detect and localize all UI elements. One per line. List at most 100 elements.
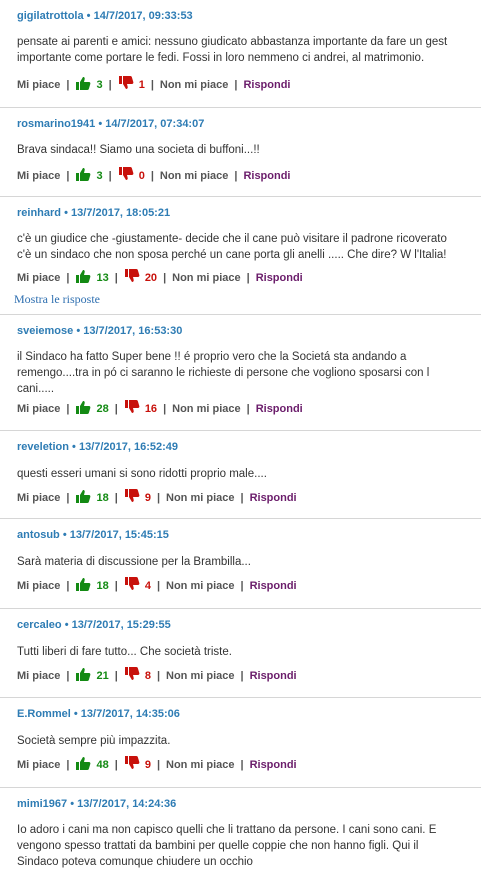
comment-author[interactable]: reinhard xyxy=(17,207,61,219)
like-label[interactable]: Mi piace xyxy=(17,272,60,284)
comment-actions: Mi piace | 48 | 9 | Non mi piace | Rispo… xyxy=(17,756,297,773)
divider: | xyxy=(66,579,70,592)
like-label[interactable]: Mi piace xyxy=(17,759,60,771)
comment-header: E.Rommel • 13/7/2017, 14:35:06 xyxy=(17,708,180,720)
like-label[interactable]: Mi piace xyxy=(17,170,60,182)
dislike-label[interactable]: Non mi piace xyxy=(166,670,234,682)
thumbs-down-icon xyxy=(124,400,140,417)
thumbs-down-icon xyxy=(124,756,140,773)
reply-button[interactable]: Rispondi xyxy=(250,759,297,771)
thumbs-down-icon xyxy=(118,167,134,184)
thumbs-up-icon xyxy=(75,400,91,417)
comment-text: Io adoro i cani ma non capisco quelli ch… xyxy=(17,824,437,868)
header-separator: • xyxy=(73,708,78,720)
dislike-button[interactable]: 8 xyxy=(124,667,151,684)
like-button[interactable]: 48 xyxy=(75,756,109,773)
reply-button[interactable]: Rispondi xyxy=(243,79,290,91)
like-count: 18 xyxy=(96,579,109,592)
divider: | xyxy=(163,271,167,284)
divider: | xyxy=(114,579,118,592)
dislike-button[interactable]: 1 xyxy=(118,76,145,93)
header-separator: • xyxy=(72,441,76,453)
comment-item: E.Rommel • 13/7/2017, 14:35:06 Società s… xyxy=(0,697,481,788)
dislike-button[interactable]: 16 xyxy=(124,400,157,417)
dislike-label[interactable]: Non mi piace xyxy=(166,759,234,771)
show-replies-link[interactable]: Mostra le risposte xyxy=(14,292,100,307)
reply-button[interactable]: Rispondi xyxy=(250,492,297,504)
divider: | xyxy=(150,78,154,91)
divider: | xyxy=(234,78,238,91)
dislike-label[interactable]: Non mi piace xyxy=(166,580,234,592)
divider: | xyxy=(234,169,238,182)
header-separator: • xyxy=(98,118,103,130)
comment-author[interactable]: cercaleo xyxy=(17,619,62,631)
reply-button[interactable]: Rispondi xyxy=(256,272,303,284)
divider: | xyxy=(156,669,161,682)
dislike-label[interactable]: Non mi piace xyxy=(166,492,234,504)
dislike-count: 1 xyxy=(138,78,145,91)
like-count: 3 xyxy=(96,78,103,91)
reply-button[interactable]: Rispondi xyxy=(250,670,297,682)
comment-author[interactable]: antosub xyxy=(17,529,60,541)
divider: | xyxy=(246,271,250,284)
reply-button[interactable]: Rispondi xyxy=(243,170,290,182)
like-button[interactable]: 18 xyxy=(75,489,109,506)
divider: | xyxy=(240,758,244,771)
like-button[interactable]: 3 xyxy=(75,76,103,93)
dislike-button[interactable]: 9 xyxy=(124,489,151,506)
divider: | xyxy=(66,669,70,682)
like-count: 48 xyxy=(96,758,109,771)
dislike-button[interactable]: 9 xyxy=(124,756,151,773)
dislike-label[interactable]: Non mi piace xyxy=(160,170,228,182)
like-button[interactable]: 3 xyxy=(75,167,103,184)
like-label[interactable]: Mi piace xyxy=(17,79,60,91)
comment-item: reinhard • 13/7/2017, 18:05:21 c'è un gi… xyxy=(0,196,481,315)
comment-author[interactable]: gigilatrottola xyxy=(17,10,84,22)
dislike-button[interactable]: 20 xyxy=(124,269,157,286)
like-button[interactable]: 21 xyxy=(75,667,109,684)
like-label[interactable]: Mi piace xyxy=(17,492,60,504)
dislike-count: 0 xyxy=(138,169,145,182)
comment-actions: Mi piace | 28 | 16 | Non mi piace | Risp… xyxy=(17,400,303,417)
comment-item: antosub • 13/7/2017, 15:45:15 Sarà mater… xyxy=(0,518,481,609)
comment-item: reveletion • 13/7/2017, 16:52:49 questi … xyxy=(0,430,481,519)
comment-author[interactable]: sveiemose xyxy=(17,325,73,337)
divider: | xyxy=(240,669,244,682)
comment-actions: Mi piace | 13 | 20 | Non mi piace | Risp… xyxy=(17,269,303,286)
dislike-button[interactable]: 4 xyxy=(124,577,151,594)
comment-date: 13/7/2017, 16:53:30 xyxy=(83,325,183,337)
thumbs-down-icon xyxy=(124,489,140,506)
reply-button[interactable]: Rispondi xyxy=(250,580,297,592)
dislike-label[interactable]: Non mi piace xyxy=(160,79,228,91)
comment-author[interactable]: mimi1967 xyxy=(17,798,67,810)
comment-text: il Sindaco ha fatto Super bene !! é prop… xyxy=(17,351,430,395)
like-label[interactable]: Mi piace xyxy=(17,403,60,415)
divider: | xyxy=(246,402,250,415)
like-button[interactable]: 18 xyxy=(75,577,109,594)
thumbs-up-icon xyxy=(75,489,91,506)
header-separator: • xyxy=(70,798,75,810)
divider: | xyxy=(66,271,70,284)
dislike-label[interactable]: Non mi piace xyxy=(172,272,240,284)
comment-author[interactable]: rosmarino1941 xyxy=(17,118,95,130)
divider: | xyxy=(156,758,161,771)
comment-author[interactable]: E.Rommel xyxy=(17,708,71,720)
divider: | xyxy=(66,402,70,415)
comment-author[interactable]: reveletion xyxy=(17,441,69,453)
thumbs-up-icon xyxy=(75,667,91,684)
like-button[interactable]: 13 xyxy=(75,269,109,286)
divider: | xyxy=(66,758,70,771)
divider: | xyxy=(108,169,112,182)
like-label[interactable]: Mi piace xyxy=(17,670,60,682)
like-label[interactable]: Mi piace xyxy=(17,580,60,592)
divider: | xyxy=(66,491,70,504)
comment-text: Brava sindaca!! Siamo una societa di buf… xyxy=(17,144,260,156)
dislike-count: 20 xyxy=(144,271,158,284)
dislike-button[interactable]: 0 xyxy=(118,167,145,184)
like-button[interactable]: 28 xyxy=(75,400,109,417)
reply-button[interactable]: Rispondi xyxy=(256,403,303,415)
header-separator: • xyxy=(64,207,68,219)
comment-header: reveletion • 13/7/2017, 16:52:49 xyxy=(17,441,178,453)
dislike-label[interactable]: Non mi piace xyxy=(172,403,240,415)
comment-item: cercaleo • 13/7/2017, 15:29:55 Tutti lib… xyxy=(0,608,481,698)
